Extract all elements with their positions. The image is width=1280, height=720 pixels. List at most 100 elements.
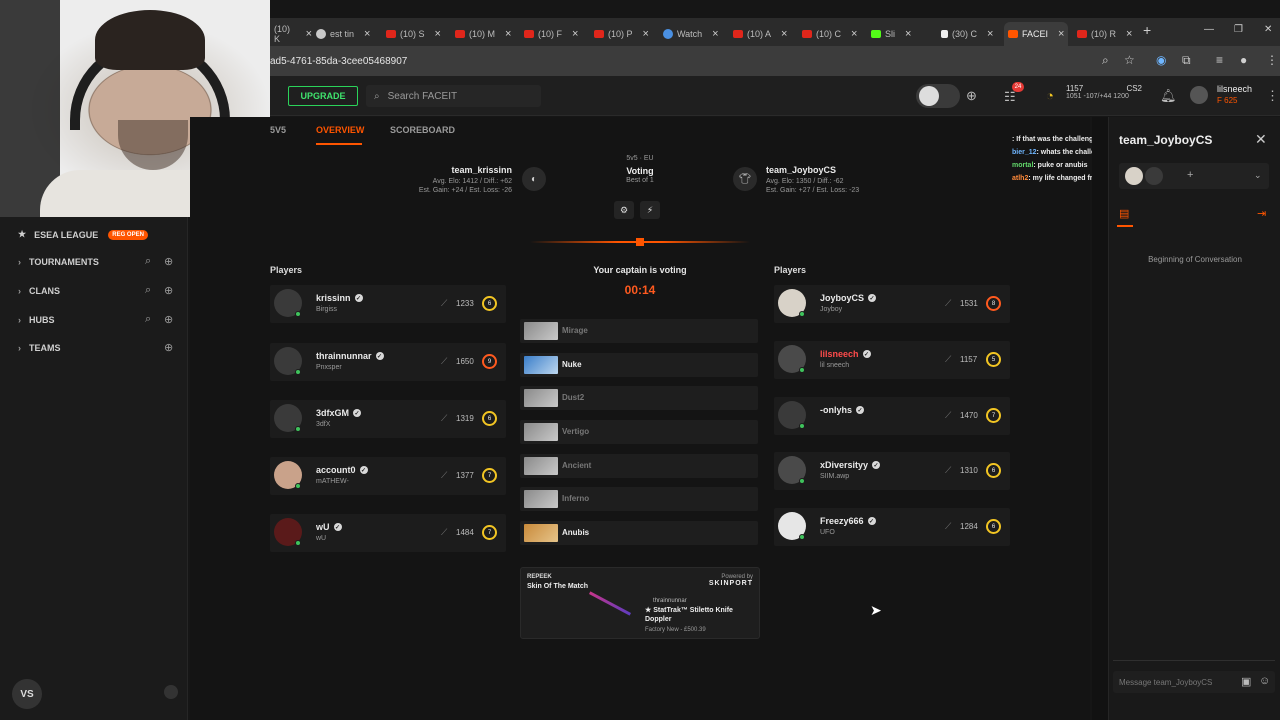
tab-scoreboard[interactable]: SCOREBOARD	[390, 125, 455, 135]
close-icon[interactable]: ×	[987, 28, 993, 40]
browser-tab[interactable]: (10) R ×	[1073, 22, 1135, 46]
map-option-ancient[interactable]: Ancient	[520, 454, 758, 478]
tab-5v5[interactable]: 5V5	[270, 125, 286, 135]
menu-icon[interactable]: ⋮	[1266, 53, 1278, 67]
sidebar-item-tournaments[interactable]: › TOURNAMENTS	[18, 257, 99, 267]
close-icon[interactable]: ×	[572, 28, 578, 40]
browser-tab[interactable]: (10) M ×	[451, 22, 513, 46]
browser-tab[interactable]: (30) C ×	[937, 22, 999, 46]
sidebar-item-teams[interactable]: › TEAMS	[18, 343, 61, 353]
user-menu[interactable]: lilsneech F 625	[1217, 84, 1252, 105]
team2-header[interactable]: team_JoyboyCS Avg. Elo: 1350 / Diff.: -6…	[766, 165, 859, 195]
search-icon[interactable]: ⌕	[145, 255, 151, 268]
close-icon[interactable]: ×	[905, 28, 911, 40]
browser-tab[interactable]: (10) K ×	[270, 22, 312, 46]
tab-label: (10) P	[608, 29, 633, 39]
search-icon[interactable]: ⌕	[145, 313, 151, 326]
image-icon[interactable]: ▣	[1241, 675, 1251, 688]
add-icon[interactable]: ⊕	[164, 284, 173, 297]
extension-icon[interactable]: ◉	[1156, 53, 1166, 67]
browser-tab[interactable]: (10) S ×	[382, 22, 444, 46]
player-card[interactable]: thrainnunnar ✓ Pnxsper ⟋ 1650 9	[270, 343, 506, 381]
team1-header[interactable]: team_krissinn Avg. Elo: 1412 / Diff.: +6…	[419, 165, 512, 195]
close-icon[interactable]: ×	[1126, 28, 1132, 40]
add-member-icon[interactable]: +	[1187, 169, 1193, 181]
player-elo: 1157	[960, 355, 978, 364]
player-card-self[interactable]: lilsneech ✓ lil sneech ⟋ 1157 5	[774, 341, 1010, 379]
browser-tab[interactable]: est tin ×	[312, 22, 374, 46]
elo-widget[interactable]: 1157 CS2 1051 -107/+44 1200	[1066, 84, 1142, 100]
window-close-icon[interactable]: ✕	[1264, 24, 1272, 35]
skin-of-match-ad[interactable]: REPEEK Skin Of The Match Powered by SKIN…	[520, 567, 760, 639]
youtube-icon	[733, 30, 743, 38]
more-icon[interactable]: ⋮	[1266, 88, 1279, 104]
browser-tab[interactable]: Watch ×	[659, 22, 721, 46]
chat-icon[interactable]: ▤	[1119, 207, 1129, 220]
settings-icon[interactable]	[164, 685, 178, 699]
chevron-down-icon[interactable]: ⌄	[1254, 170, 1262, 181]
player-card[interactable]: account0 ✓ mATHEW- ⟋ 1377 7	[270, 457, 506, 495]
close-icon[interactable]: ×	[643, 28, 649, 40]
map-option-dust2[interactable]: Dust2	[520, 386, 758, 410]
player-card[interactable]: -onlyhs ✓ ⟋ 1470 7	[774, 397, 1010, 435]
upgrade-button[interactable]: UPGRADE	[288, 86, 358, 106]
leave-icon[interactable]: ⇥	[1257, 207, 1266, 220]
browser-tab[interactable]: (10) C ×	[798, 22, 860, 46]
close-icon[interactable]: ✕	[1255, 131, 1267, 148]
player-card[interactable]: wU ✓ wU ⟋ 1484 7	[270, 514, 506, 552]
map-option-anubis[interactable]: Anubis	[520, 521, 758, 545]
add-icon[interactable]: ⊕	[164, 313, 173, 326]
restore-icon[interactable]: ❐	[1234, 24, 1243, 35]
browser-tab[interactable]: (10) A ×	[729, 22, 791, 46]
zoom-icon[interactable]: ⌕	[1102, 53, 1109, 68]
online-indicator	[295, 311, 301, 317]
map-option-inferno[interactable]: Inferno	[520, 487, 758, 511]
player-card[interactable]: 3dfxGM ✓ 3dfX ⟋ 1319 6	[270, 400, 506, 438]
url-field[interactable]: ad5-4761-85da-3cee05468907	[270, 56, 407, 67]
star-icon[interactable]: ☆	[1124, 53, 1135, 67]
add-icon[interactable]: ⊕	[164, 341, 173, 354]
player-card[interactable]: Freezy666 ✓ UFO ⟋ 1284 6	[774, 508, 1010, 546]
browser-tab[interactable]: Sli ×	[867, 22, 929, 46]
add-icon[interactable]: ⊕	[966, 88, 977, 104]
chat-message-input[interactable]: Message team_JoyboyCS ▣ ☺	[1113, 671, 1275, 693]
trend-icon: ⟋	[945, 465, 952, 475]
close-icon[interactable]: ×	[435, 28, 441, 40]
browser-tab-active[interactable]: FACEI ×	[1004, 22, 1068, 46]
close-icon[interactable]: ×	[712, 28, 718, 40]
browser-tab[interactable]: (10) P ×	[590, 22, 652, 46]
party-toggle[interactable]	[916, 84, 960, 108]
close-icon[interactable]: ×	[505, 28, 511, 40]
close-icon[interactable]: ×	[1058, 28, 1064, 40]
player-subname: wU	[316, 535, 327, 542]
puzzle-icon[interactable]: ⧉	[1182, 53, 1191, 68]
close-icon[interactable]: ×	[364, 28, 370, 40]
close-icon[interactable]: ×	[781, 28, 787, 40]
team-name: team_krissinn	[451, 165, 512, 175]
search-icon[interactable]: ⌕	[145, 284, 151, 297]
chat-members[interactable]: + ⌄	[1119, 163, 1269, 189]
emoji-icon[interactable]: ☺	[1259, 675, 1270, 687]
new-tab-button[interactable]: +	[1143, 22, 1151, 38]
profile-icon[interactable]: ●	[1240, 53, 1247, 67]
map-option-mirage[interactable]: Mirage	[520, 319, 758, 343]
avatar[interactable]: VS	[12, 679, 42, 709]
map-option-nuke[interactable]: Nuke	[520, 353, 758, 377]
sidebar-item-esea[interactable]: ★ ESEA LEAGUE REG OPEN	[18, 229, 148, 240]
minimize-icon[interactable]: —	[1204, 24, 1214, 35]
search-input[interactable]: ⌕ Search FACEIT	[366, 85, 541, 107]
sidebar-item-hubs[interactable]: › HUBS	[18, 315, 55, 325]
media-icon[interactable]: ≡	[1216, 53, 1223, 67]
bell-icon[interactable]: 🔔︎	[1160, 88, 1177, 104]
player-card[interactable]: xDiversityy ✓ SIIM.awp ⟋ 1310 6	[774, 452, 1010, 490]
sidebar-item-clans[interactable]: › CLANS	[18, 286, 60, 296]
map-option-vertigo[interactable]: Vertigo	[520, 420, 758, 444]
tab-overview[interactable]: OVERVIEW	[316, 125, 364, 135]
close-icon[interactable]: ×	[851, 28, 857, 40]
player-card[interactable]: krissinn ✓ Birgiss ⟋ 1233 6	[270, 285, 506, 323]
verified-icon: ✓	[353, 409, 362, 417]
browser-tab[interactable]: (10) F ×	[520, 22, 582, 46]
avatar[interactable]	[1190, 86, 1208, 104]
add-icon[interactable]: ⊕	[164, 255, 173, 268]
player-card[interactable]: JoyboyCS ✓ Joyboy ⟋ 1531 8	[774, 285, 1010, 323]
